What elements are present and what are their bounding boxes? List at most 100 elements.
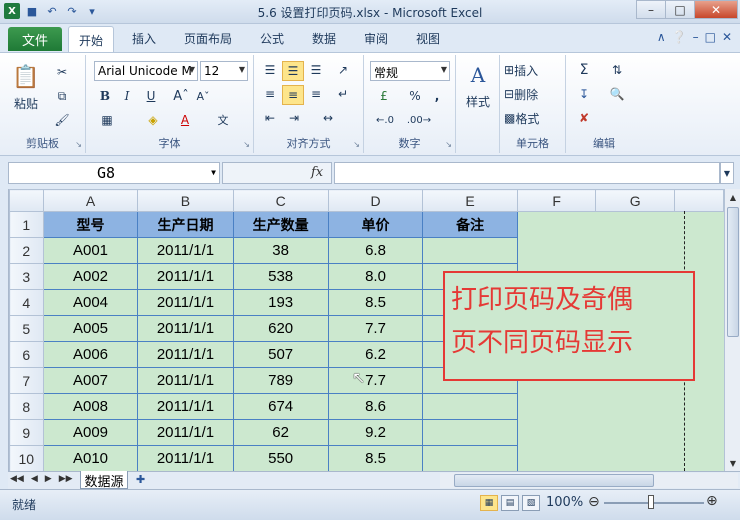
phonetic-icon[interactable]: 文	[210, 111, 236, 129]
cell-note[interactable]	[422, 419, 518, 446]
insert-cells-button[interactable]: ⊞ 插入	[504, 61, 564, 79]
cell-qty[interactable]: 550	[232, 445, 329, 471]
cell-note[interactable]	[422, 393, 518, 420]
cut-icon[interactable]: ✂	[52, 63, 72, 81]
header-cell-date[interactable]: 生产日期	[137, 211, 234, 238]
cell-model[interactable]: A006	[42, 341, 139, 368]
cell-qty[interactable]: 62	[232, 419, 329, 446]
prev-sheet-icon[interactable]: ◀	[31, 474, 38, 484]
row-header[interactable]: 4	[9, 289, 44, 316]
cell-model[interactable]: A005	[42, 315, 139, 342]
help-icon[interactable]: ❔	[672, 30, 687, 44]
format-cells-button[interactable]: ▩ 格式	[504, 109, 564, 127]
page-layout-view-icon[interactable]: ▤	[501, 495, 519, 511]
cell-date[interactable]: 2011/1/1	[137, 419, 234, 446]
cell-model[interactable]: A008	[42, 393, 139, 420]
styles-button[interactable]: 样式	[458, 93, 498, 109]
column-header[interactable]: A	[42, 189, 139, 212]
sheet-tab-active[interactable]: 数据源	[80, 471, 128, 490]
cell-price[interactable]: 6.8	[327, 237, 424, 264]
column-header[interactable]: B	[137, 189, 234, 212]
next-sheet-icon[interactable]: ▶	[45, 474, 52, 484]
tab-review[interactable]: 审阅	[364, 30, 388, 47]
cell-model[interactable]: A001	[42, 237, 139, 264]
row-header[interactable]: 2	[9, 237, 44, 264]
align-top-icon[interactable]: ☰	[260, 61, 280, 79]
cell[interactable]	[596, 212, 675, 238]
wrap-text-icon[interactable]: ↵	[332, 85, 354, 103]
row-header[interactable]: 10	[9, 445, 44, 471]
decrease-decimal-icon[interactable]: .00→	[406, 111, 432, 129]
header-cell-price[interactable]: 单价	[327, 211, 424, 238]
align-bottom-icon[interactable]: ☰	[306, 61, 326, 79]
paste-icon[interactable]: 📋	[10, 61, 42, 93]
row-header[interactable]: 6	[9, 341, 44, 368]
zoom-level[interactable]: 100%	[546, 495, 583, 510]
tab-view[interactable]: 视图	[416, 30, 440, 47]
cell-model[interactable]: A007	[42, 367, 139, 394]
insert-function-button[interactable]: fx	[311, 165, 323, 180]
increase-decimal-icon[interactable]: ←.0	[372, 111, 398, 129]
last-sheet-icon[interactable]: ▶▶	[59, 474, 73, 484]
cell[interactable]	[517, 420, 596, 446]
cell[interactable]	[517, 212, 596, 238]
scroll-up-icon[interactable]: ▲	[725, 189, 740, 205]
find-select-icon[interactable]: 🔍	[602, 85, 632, 103]
cell-price[interactable]: 6.2	[327, 341, 424, 368]
worksheet-grid[interactable]: A B C D E F G 1 型号 生产日期 生产数量 单价 备注 2 A001…	[8, 189, 724, 471]
cell-date[interactable]: 2011/1/1	[137, 289, 234, 316]
zoom-slider[interactable]	[604, 502, 704, 504]
row-header[interactable]: 8	[9, 393, 44, 420]
column-header[interactable]: G	[595, 189, 675, 212]
tab-insert[interactable]: 插入	[132, 30, 156, 47]
header-cell-note[interactable]: 备注	[422, 211, 518, 238]
row-header[interactable]: 5	[9, 315, 44, 342]
normal-view-icon[interactable]: ▦	[480, 495, 498, 511]
first-sheet-icon[interactable]: ◀◀	[10, 474, 24, 484]
align-middle-icon[interactable]: ☰	[282, 61, 304, 81]
number-format-combo[interactable]: 常规 ▼	[370, 61, 450, 81]
select-all-corner[interactable]	[9, 189, 44, 212]
cell-note[interactable]	[422, 445, 518, 471]
vertical-scroll-thumb[interactable]	[727, 207, 739, 337]
zoom-out-icon[interactable]: ⊖	[588, 494, 600, 510]
tab-formulas[interactable]: 公式	[260, 30, 284, 47]
comma-button[interactable]: ,	[428, 87, 446, 105]
cell[interactable]	[517, 446, 596, 472]
cell-model[interactable]: A009	[42, 419, 139, 446]
insert-sheet-icon[interactable]: ✚	[136, 473, 145, 486]
align-left-icon[interactable]: ≡	[260, 85, 280, 103]
cell-qty[interactable]: 789	[232, 367, 329, 394]
grow-font-icon[interactable]: Aˆ	[172, 87, 190, 105]
font-size-combo[interactable]: 12 ▼	[200, 61, 248, 81]
increase-indent-icon[interactable]: ⇥	[284, 109, 304, 127]
horizontal-scroll-thumb[interactable]	[454, 474, 654, 487]
cell-date[interactable]: 2011/1/1	[137, 315, 234, 342]
fill-color-icon[interactable]: ◈	[142, 111, 164, 129]
cell-date[interactable]: 2011/1/1	[137, 237, 234, 264]
cell[interactable]	[674, 446, 723, 472]
minimize-ribbon-icon[interactable]: ∧	[657, 30, 666, 44]
cell[interactable]	[674, 238, 723, 264]
cell[interactable]	[517, 394, 596, 420]
column-header[interactable]: D	[327, 189, 424, 212]
cell-price[interactable]: 9.2	[327, 419, 424, 446]
cell-qty[interactable]: 193	[232, 289, 329, 316]
cell-qty[interactable]: 620	[232, 315, 329, 342]
decrease-indent-icon[interactable]: ⇤	[260, 109, 280, 127]
workbook-minimize-icon[interactable]: –	[693, 30, 699, 44]
cell-price[interactable]: 8.0	[327, 263, 424, 290]
paste-button[interactable]: 粘贴	[8, 95, 44, 111]
tab-file[interactable]: 文件	[8, 27, 62, 51]
dialog-launcher-icon[interactable]: ↘	[243, 140, 250, 149]
underline-icon[interactable]: U	[142, 87, 160, 105]
cell-model[interactable]: A004	[42, 289, 139, 316]
font-color-icon[interactable]: A	[174, 111, 196, 129]
clear-icon[interactable]: ✘	[572, 109, 596, 127]
copy-icon[interactable]: ⧉	[52, 87, 72, 105]
tab-page-layout[interactable]: 页面布局	[184, 30, 232, 47]
cell-price[interactable]: 7.7	[327, 315, 424, 342]
currency-icon[interactable]: £	[372, 87, 396, 105]
orientation-icon[interactable]: ↗	[332, 61, 354, 79]
cell-qty[interactable]: 507	[232, 341, 329, 368]
